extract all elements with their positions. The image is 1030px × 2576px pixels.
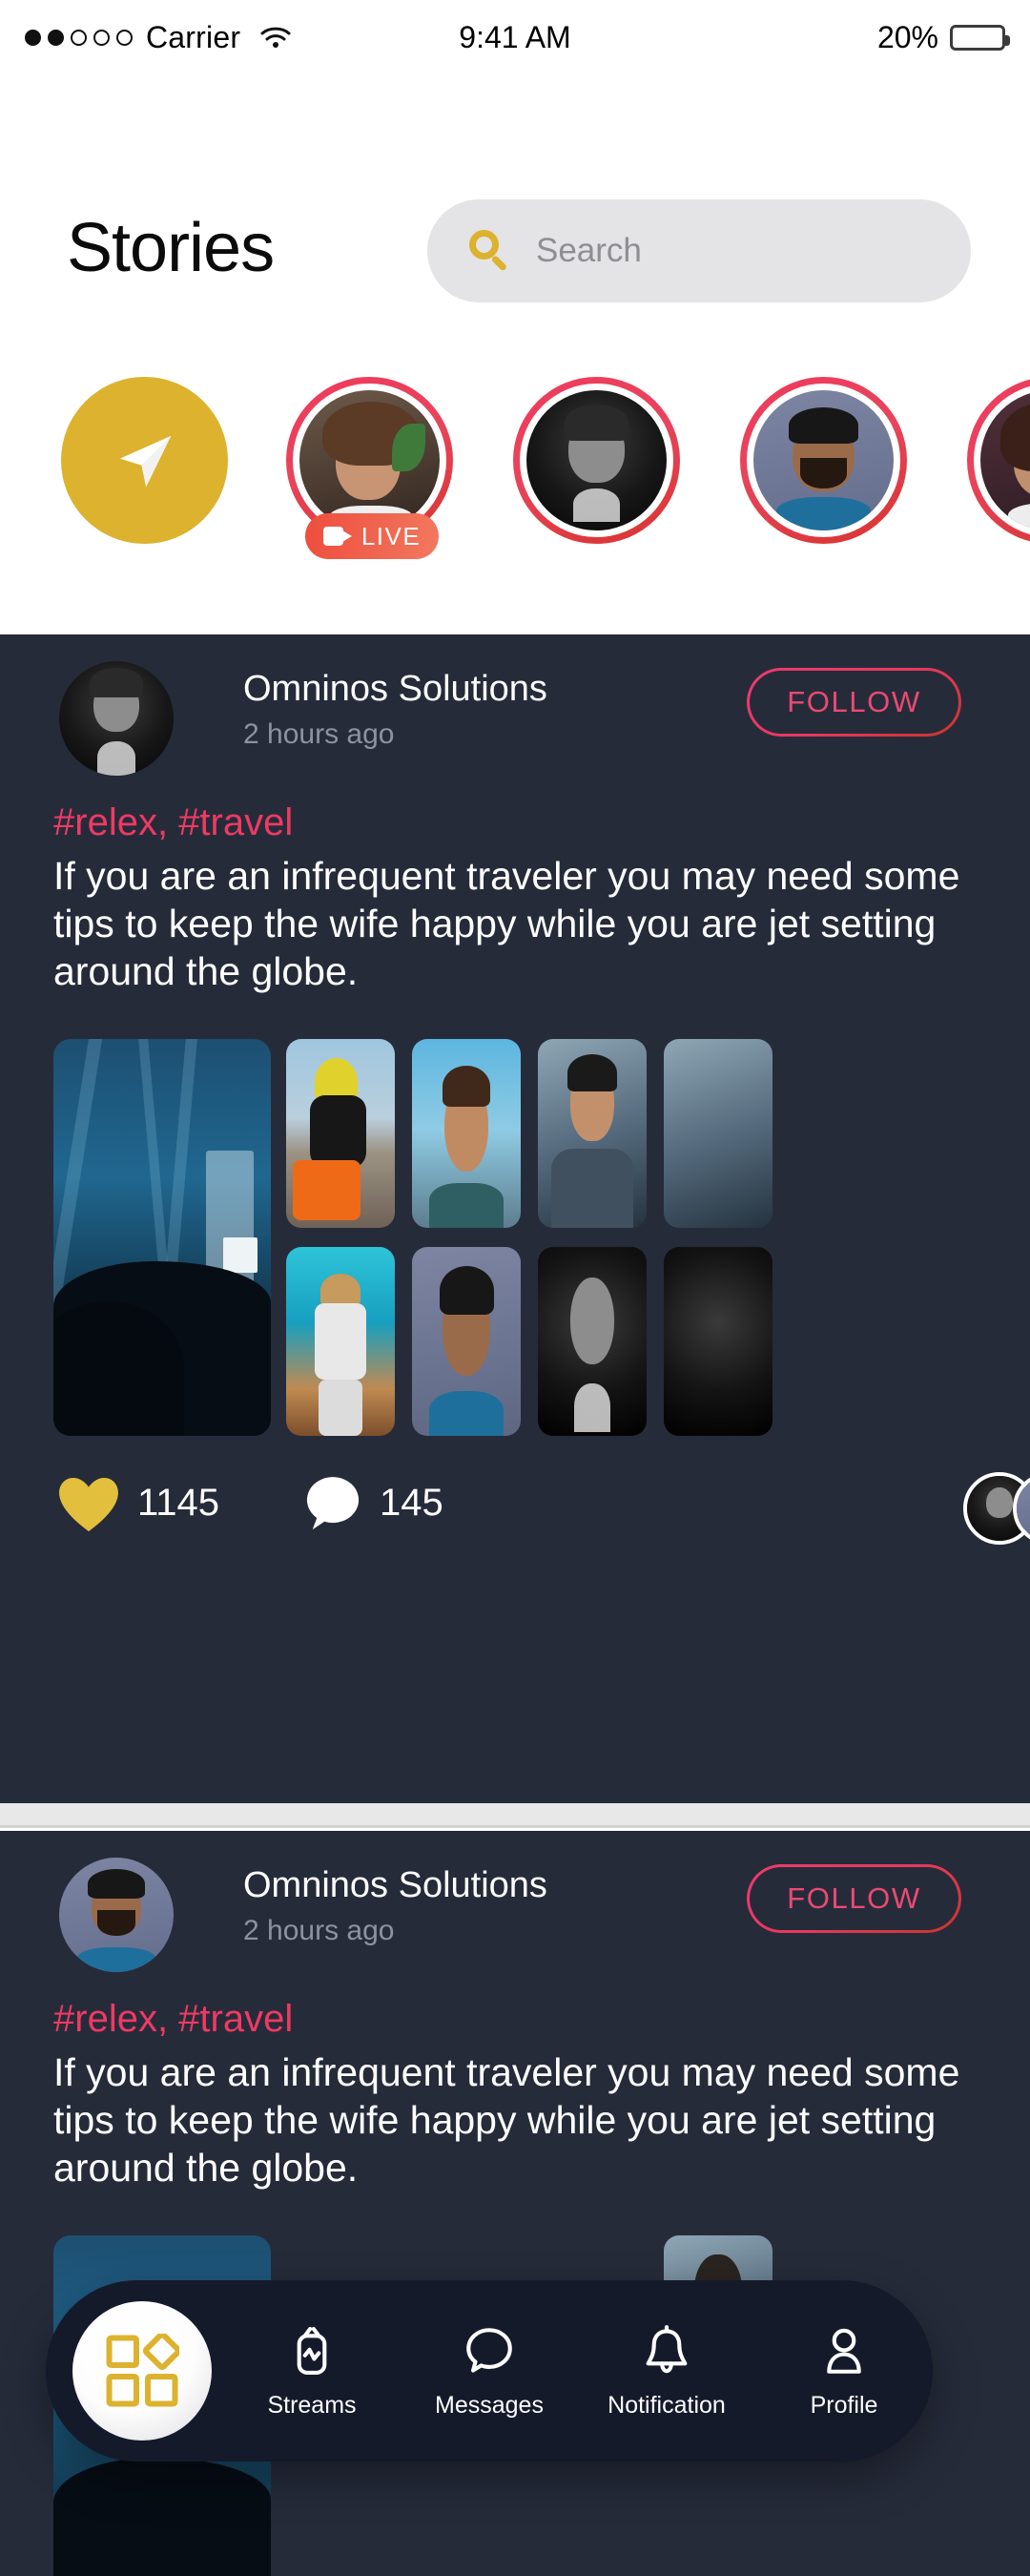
post-hashtags[interactable]: #relex, #travel	[53, 1998, 1030, 2041]
search-bar[interactable]: Search	[427, 199, 971, 302]
home-grid-icon	[106, 2334, 179, 2407]
story-ring	[740, 377, 907, 544]
chat-bubble-icon	[466, 2327, 512, 2373]
post-card: Omninos Solutions 2 hours ago FOLLOW #re…	[0, 1831, 1030, 2576]
live-badge: LIVE	[305, 513, 439, 559]
media-thumbnail-extra-1[interactable]	[664, 1039, 772, 1229]
person-icon	[827, 2328, 861, 2374]
story-ring	[513, 377, 680, 544]
bottom-navigation[interactable]: Streams Messages Notification Profile	[46, 2280, 933, 2462]
media-thumbnail-stage[interactable]	[286, 1247, 395, 1437]
add-story-circle[interactable]	[61, 377, 228, 544]
post-card: Omninos Solutions 2 hours ago FOLLOW #re…	[0, 634, 1030, 1803]
page-header: Stories Search	[0, 186, 1030, 310]
story-ring	[967, 377, 1030, 544]
media-thumbnail-concert[interactable]	[53, 1039, 271, 1437]
post-timestamp: 2 hours ago	[243, 718, 395, 750]
nav-label-streams: Streams	[267, 2391, 357, 2419]
media-thumbnail-extra-2[interactable]	[664, 1247, 772, 1437]
status-bar-right: 20%	[876, 19, 1010, 55]
nav-label-notification: Notification	[608, 2391, 726, 2419]
media-thumbnail-tattoo[interactable]	[538, 1247, 647, 1437]
follow-button-label: FOLLOW	[787, 685, 921, 718]
post-body-text: If you are an infrequent traveler you ma…	[53, 854, 960, 994]
story-item-girl[interactable]: LIVE	[286, 372, 458, 611]
post-header: Omninos Solutions 2 hours ago FOLLOW	[0, 634, 1030, 801]
paper-plane-icon	[119, 435, 171, 487]
post-author-name: Omninos Solutions	[243, 1865, 547, 1905]
like-count: 1145	[137, 1482, 220, 1525]
follow-button[interactable]: FOLLOW	[747, 1864, 961, 1933]
heart-icon[interactable]	[59, 1478, 118, 1533]
follow-button-label: FOLLOW	[787, 1881, 921, 1915]
nav-item-profile[interactable]: Profile	[755, 2280, 933, 2462]
nav-label-profile: Profile	[810, 2391, 878, 2419]
video-camera-icon	[322, 527, 352, 546]
post-body-text: If you are an infrequent traveler you ma…	[53, 2050, 960, 2191]
avatar[interactable]	[59, 661, 174, 776]
nav-item-messages[interactable]: Messages	[401, 2280, 578, 2462]
app-root: Carrier 9:41 AM 20% Stories Search LIVE …	[0, 0, 1030, 2576]
avatar	[526, 390, 667, 530]
story-item-beard[interactable]	[740, 372, 912, 611]
avatar	[980, 390, 1030, 530]
story-item-girl2[interactable]	[967, 372, 1030, 611]
story-add-button[interactable]	[59, 372, 231, 611]
post-author-name: Omninos Solutions	[243, 669, 547, 709]
nav-item-streams[interactable]: Streams	[223, 2280, 401, 2462]
nav-item-home-active[interactable]	[72, 2301, 212, 2441]
tv-icon	[297, 2326, 327, 2375]
status-bar-time: 9:41 AM	[459, 19, 571, 54]
stories-carousel[interactable]: LIVE	[0, 372, 1030, 615]
post-divider	[0, 1803, 1030, 1828]
follow-button[interactable]: FOLLOW	[747, 668, 961, 737]
page-title: Stories	[67, 210, 275, 286]
comment-bubble-icon[interactable]	[303, 1476, 362, 1531]
battery-low-icon	[950, 24, 1010, 51]
live-label: LIVE	[360, 521, 422, 551]
post-engagement-bar: 1145 145	[0, 1436, 1030, 1581]
battery-percent-label: 20%	[876, 19, 938, 54]
post-timestamp: 2 hours ago	[243, 1915, 395, 1946]
comment-count: 145	[380, 1482, 443, 1525]
media-thumbnail-beard[interactable]	[412, 1247, 521, 1437]
nav-label-messages: Messages	[435, 2391, 544, 2419]
avatar	[753, 390, 894, 530]
avatar	[299, 390, 440, 530]
post-header: Omninos Solutions 2 hours ago FOLLOW	[0, 1831, 1030, 1998]
bell-icon	[646, 2324, 688, 2373]
nav-item-notification[interactable]: Notification	[578, 2280, 755, 2462]
media-thumbnail-suit[interactable]	[538, 1039, 647, 1229]
media-thumbnail-portrait-sky[interactable]	[412, 1039, 521, 1229]
media-thumbnail-motorbike[interactable]	[286, 1039, 395, 1229]
post-media-gallery[interactable]	[53, 1039, 1030, 1437]
search-input[interactable]: Search	[536, 232, 642, 270]
story-item-tattoo[interactable]	[513, 372, 685, 611]
status-bar: Carrier 9:41 AM 20%	[0, 0, 1030, 74]
post-hashtags[interactable]: #relex, #travel	[53, 801, 1030, 844]
avatar[interactable]	[59, 1858, 174, 1972]
search-icon	[469, 230, 511, 272]
